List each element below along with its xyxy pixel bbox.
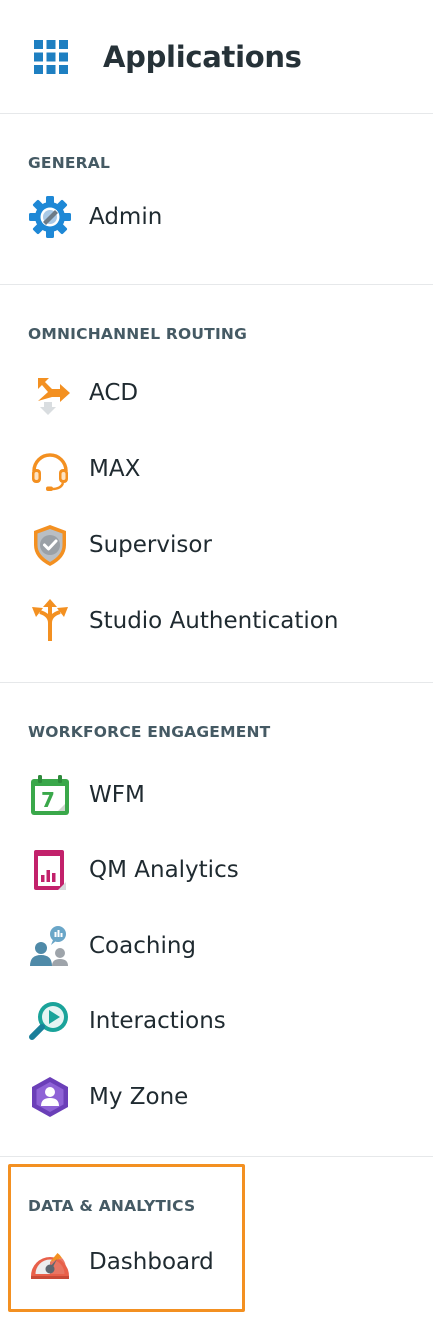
- gear-icon: [28, 195, 72, 239]
- app-label-admin: Admin: [89, 204, 163, 230]
- app-label-interactions: Interactions: [89, 1008, 226, 1035]
- app-item-admin[interactable]: Admin: [0, 192, 433, 242]
- app-label-supervisor: Supervisor: [89, 532, 212, 558]
- app-item-wfm[interactable]: 7 WFM: [0, 757, 433, 833]
- section-general: GENERAL Admin: [0, 114, 433, 285]
- calendar-icon: 7: [28, 773, 72, 817]
- app-item-coaching[interactable]: Coaching: [0, 908, 433, 984]
- routing-arrows-icon: [28, 371, 72, 415]
- section-omnichannel-routing: OMNICHANNEL ROUTING ACD MAX Supervisor S…: [0, 285, 433, 683]
- app-item-supervisor[interactable]: Supervisor: [0, 507, 433, 583]
- app-item-interactions[interactable]: Interactions: [0, 984, 433, 1060]
- app-item-qm-analytics[interactable]: QM Analytics: [0, 833, 433, 909]
- app-item-acd[interactable]: ACD: [0, 355, 433, 431]
- calendar-day-number: 7: [41, 788, 55, 812]
- section-title-general: GENERAL: [28, 154, 111, 172]
- split-arrows-icon: [28, 599, 72, 643]
- play-magnifier-icon: [28, 999, 72, 1043]
- app-label-my-zone: My Zone: [89, 1083, 189, 1110]
- app-item-max[interactable]: MAX: [0, 431, 433, 507]
- app-item-studio-authentication[interactable]: Studio Authentication: [0, 583, 433, 659]
- speedometer-icon: [28, 1240, 72, 1284]
- section-title-workforce: WORKFORCE ENGAGEMENT: [28, 723, 271, 741]
- app-label-studio-authentication: Studio Authentication: [89, 608, 339, 634]
- app-label-coaching: Coaching: [89, 932, 197, 959]
- app-label-qm-analytics: QM Analytics: [89, 857, 239, 884]
- applications-panel: Applications GENERAL Admin OMNICHANNEL R…: [0, 0, 433, 1320]
- app-item-my-zone[interactable]: My Zone: [0, 1059, 433, 1135]
- panel-header: Applications: [0, 0, 433, 114]
- app-label-acd: ACD: [89, 380, 139, 406]
- headset-icon: [28, 447, 72, 491]
- shield-check-icon: [28, 523, 72, 567]
- section-workforce-engagement: WORKFORCE ENGAGEMENT 7 WFM QM Analytics …: [0, 683, 433, 1157]
- coaching-people-icon: [28, 924, 72, 968]
- section-title-data-analytics: DATA & ANALYTICS: [28, 1197, 196, 1215]
- user-hexagon-icon: [28, 1075, 72, 1119]
- app-label-max: MAX: [89, 456, 141, 482]
- app-label-wfm: WFM: [89, 781, 145, 808]
- report-chart-icon: [28, 848, 72, 892]
- page-title: Applications: [103, 39, 302, 74]
- app-label-dashboard: Dashboard: [89, 1249, 214, 1275]
- app-grid-icon[interactable]: [34, 39, 68, 74]
- section-title-omnichannel: OMNICHANNEL ROUTING: [28, 325, 248, 343]
- app-item-dashboard[interactable]: Dashboard: [0, 1231, 433, 1293]
- section-data-analytics: DATA & ANALYTICS Dashboard: [0, 1157, 433, 1319]
